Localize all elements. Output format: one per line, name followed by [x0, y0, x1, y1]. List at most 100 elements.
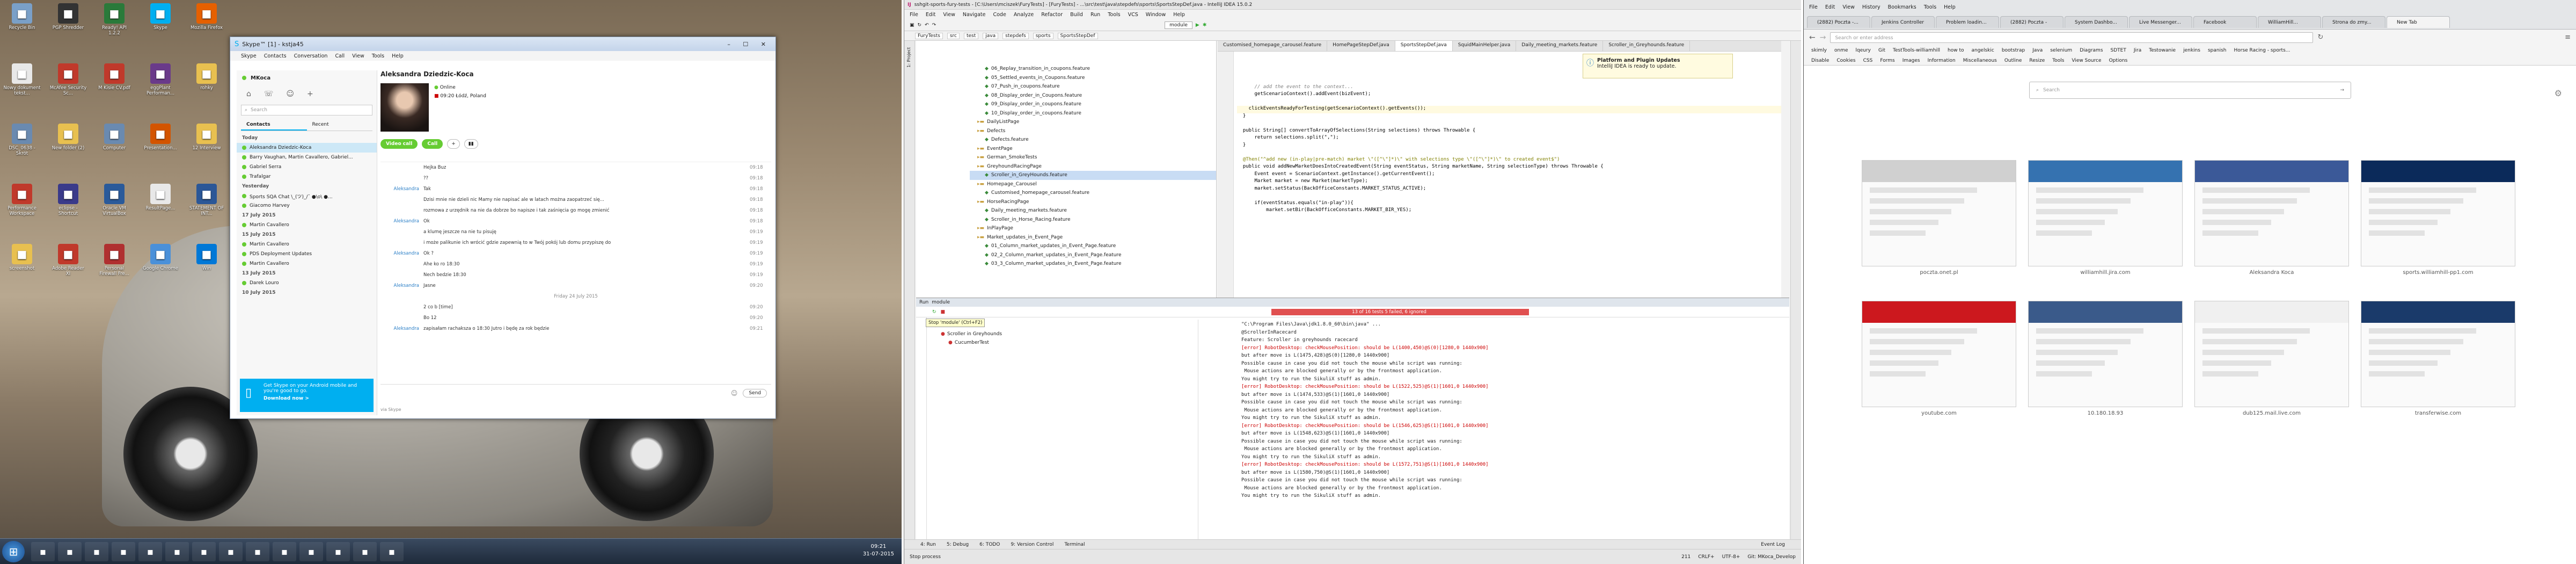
tree-item[interactable]: ▸▬ GreyhoundRacingPage [970, 162, 1216, 171]
editor-tab[interactable]: SquidMainHelper.java [1453, 41, 1517, 51]
bookmark-item[interactable]: skimly [1811, 48, 1827, 53]
bookmark-item[interactable]: onme [1834, 48, 1848, 53]
browser-tab[interactable]: (2882) Poczta - [2000, 16, 2063, 28]
bookmark-item[interactable]: bootstrap [2002, 48, 2025, 53]
status-item[interactable]: UTF-8+ [1722, 554, 1740, 560]
breadcrumb-item[interactable]: SportsStepDef [1057, 32, 1098, 39]
desktop-icon[interactable]: ■ eclipse - Shortcut [49, 184, 87, 216]
bookmark-item[interactable]: TestTools-williamhill [1893, 48, 1940, 53]
menu-item[interactable]: View [1842, 4, 1855, 10]
browser-tab[interactable]: New Tab [2387, 16, 2450, 28]
speed-dial-tile[interactable]: williamhill.jira.com [2028, 160, 2183, 281]
speed-dial-tile[interactable]: 10.180.18.93 [2028, 301, 2183, 422]
profile-row[interactable]: MKoca [237, 70, 377, 85]
menu-item[interactable]: Code [993, 12, 1006, 18]
desktop-icon[interactable]: ■ Skype [142, 3, 179, 31]
rerun-icon[interactable]: ↻ [932, 309, 936, 315]
eclipse-icon[interactable]: ▪ [246, 542, 269, 561]
webdev-menu-item[interactable]: Miscellaneous [1963, 58, 1997, 63]
editor-tab[interactable]: SportsStepDef.java [1395, 41, 1453, 51]
jmeter-icon[interactable]: ▪ [299, 542, 323, 561]
window-controls[interactable]: – ☐ ✕ [727, 41, 771, 48]
webdev-menu-item[interactable]: Outline [2004, 58, 2022, 63]
desktop-icon[interactable]: ■ DSC_0638 - Skrót [3, 124, 41, 156]
desktop-icon[interactable]: ■ Computer [96, 124, 133, 151]
webdev-menu-item[interactable]: Information [1928, 58, 1956, 63]
webdev-menu-item[interactable]: Options [2109, 58, 2128, 63]
run-config-select[interactable]: module [1165, 21, 1192, 29]
webdev-menu-item[interactable]: CSS [1863, 58, 1873, 63]
menu-item[interactable]: Tools [372, 53, 384, 59]
menu-item[interactable]: Skype [241, 53, 257, 59]
menu-item[interactable]: File [1809, 4, 1818, 10]
speed-dial-tile[interactable]: youtube.com [1862, 301, 2016, 422]
status-item[interactable]: 211 [1681, 554, 1690, 560]
tree-item[interactable]: ▸▬ InPlayPage [970, 224, 1216, 233]
bookmark-item[interactable]: spanish [2208, 48, 2227, 53]
tree-item[interactable]: ◆ Defects.feature [970, 135, 1216, 144]
tree-item[interactable]: ▸▬ Defects [970, 127, 1216, 136]
update-notification[interactable]: ⓘ Platform and Plugin Updates IntelliJ I… [1583, 54, 1733, 78]
menu-item[interactable]: Tools [1924, 4, 1936, 10]
desktop-icon[interactable]: ■ eggPlant Performan... [142, 63, 179, 96]
desktop-icon[interactable]: ■ McAfee Security Sc... [49, 63, 87, 96]
breadcrumb-item[interactable]: stepdefs [1002, 32, 1029, 39]
status-item[interactable]: CRLF+ [1698, 554, 1714, 560]
send-button[interactable]: Send [743, 388, 767, 397]
excel-icon[interactable]: ▪ [219, 542, 243, 561]
menu-item[interactable]: Help [392, 53, 404, 59]
menu-item[interactable]: Analyze [1014, 12, 1034, 18]
url-bar[interactable]: Search or enter address [1830, 32, 2314, 43]
tree-item[interactable]: ◆ Scroller_in_GreyHounds.feature [970, 171, 1216, 180]
menu-item[interactable]: Build [1070, 12, 1083, 18]
terminal-icon[interactable]: ▪ [353, 542, 377, 561]
menu-item[interactable]: Contacts [264, 53, 287, 59]
call-quality-icon[interactable]: ▮▮ [464, 139, 478, 149]
menu-item[interactable]: Run [1091, 12, 1100, 18]
menu-item[interactable]: Refactor [1041, 12, 1063, 18]
tab-contacts[interactable]: Contacts [241, 120, 307, 131]
undo-icon[interactable]: ↶ [925, 23, 929, 28]
speed-dial-tile[interactable]: sports.williamhill-pp1.com [2361, 160, 2515, 281]
list-item[interactable]: PDS Deployment Updates [237, 249, 377, 259]
speed-dial-tile[interactable]: Aleksandra Koca [2194, 160, 2349, 281]
speed-dial-tile[interactable]: dub125.mail.live.com [2194, 301, 2349, 422]
desktop-icon[interactable]: ■ Ready! API 1.2.2 [96, 3, 133, 36]
tree-item[interactable]: ▸▬ EventPage [970, 144, 1216, 154]
promo-link[interactable]: Download now > [264, 396, 369, 401]
chrome-icon[interactable]: ▪ [112, 542, 135, 561]
menu-item[interactable]: File [910, 12, 918, 18]
bookmark-item[interactable]: angelskic [1971, 48, 1994, 53]
bookmark-item[interactable]: Diagrams [2080, 48, 2103, 53]
bookmark-item[interactable]: how to [1948, 48, 1964, 53]
bookmark-item[interactable]: SDTET [2111, 48, 2126, 53]
webdev-menu-item[interactable]: Forms [1880, 58, 1894, 63]
desktop-icon[interactable]: ■ screenshot [3, 244, 41, 271]
desktop-icon[interactable]: ■ PGP Shredder [49, 3, 87, 31]
powerpoint-icon[interactable]: ▪ [380, 542, 404, 561]
browser-tab[interactable]: Jenkins Controller [1871, 16, 1935, 28]
editor-tab[interactable]: Customised_homepage_carousel.feature [1218, 41, 1328, 51]
skype-icon[interactable]: ▪ [326, 542, 350, 561]
tree-item[interactable]: ◆ Daily_meeting_markets.feature [970, 206, 1216, 215]
tree-item[interactable]: ◆ 01_Column_market_updates_in_Event_Page.… [970, 242, 1216, 251]
menu-item[interactable]: VCS [1128, 12, 1138, 18]
menu-item[interactable]: Call [335, 53, 345, 59]
firefox-icon[interactable]: ▪ [85, 542, 108, 561]
tree-item[interactable]: ◆ 02_2_Column_market_updates_in_Event_Pag… [970, 251, 1216, 260]
tree-item[interactable]: ◆ 06_Replay_transition_in_coupons.feature [970, 64, 1216, 74]
menu-item[interactable]: View [943, 12, 955, 18]
list-item[interactable]: Trafalgar [237, 172, 377, 182]
tool-window-tab[interactable]: Terminal [1064, 542, 1085, 547]
start-button[interactable]: ⊞ [2, 541, 25, 562]
test-tree-item[interactable]: ● Scroller in Greyhounds [933, 331, 1195, 340]
tree-item[interactable]: ◆ 10_Display_order_in_coupons.feature [970, 109, 1216, 118]
explorer-icon[interactable]: ▪ [31, 542, 55, 561]
tree-item[interactable]: ▸▬ HorseRacingPage [970, 198, 1216, 207]
breadcrumb-item[interactable]: sports [1033, 32, 1053, 39]
code-area[interactable]: // add the event to the context... getSc… [1237, 62, 1781, 215]
tool-window-tab[interactable]: 4: Run [920, 542, 936, 547]
tree-item[interactable]: ▸▬ German_SmokeTests [970, 153, 1216, 162]
skype-icon[interactable]: ▪ [138, 542, 162, 561]
tool-window-tab[interactable]: 9: Version Control [1011, 542, 1053, 547]
